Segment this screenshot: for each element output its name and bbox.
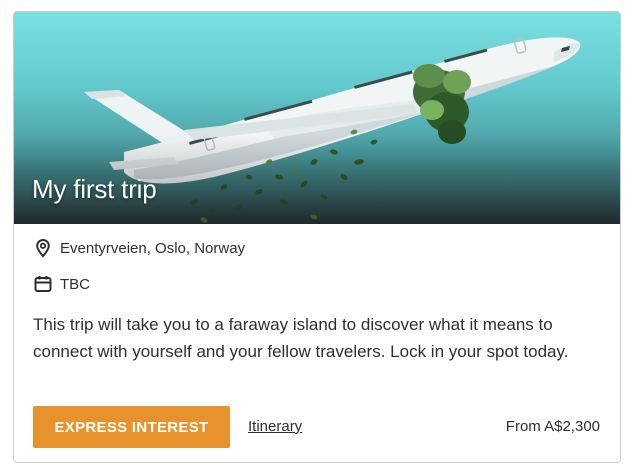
price-text: From A$2,300 xyxy=(505,418,600,435)
date-text: TBC xyxy=(60,275,90,293)
hero-image: My first trip xyxy=(14,12,620,224)
leaf-cluster xyxy=(413,64,471,144)
location-row: Eventyrveien, Oslo, Norway xyxy=(33,238,245,258)
calendar-icon xyxy=(33,274,53,294)
date-row: TBC xyxy=(33,274,90,294)
express-interest-button[interactable]: EXPRESS INTEREST xyxy=(33,406,230,448)
trip-card: My first trip Eventyrveien, Oslo, Norway… xyxy=(13,11,621,463)
itinerary-link[interactable]: Itinerary xyxy=(248,418,302,435)
trip-title: My first trip xyxy=(32,174,157,204)
location-pin-icon xyxy=(33,238,53,258)
location-text: Eventyrveien, Oslo, Norway xyxy=(60,239,246,257)
trip-description: This trip will take you to a faraway isl… xyxy=(33,315,569,361)
